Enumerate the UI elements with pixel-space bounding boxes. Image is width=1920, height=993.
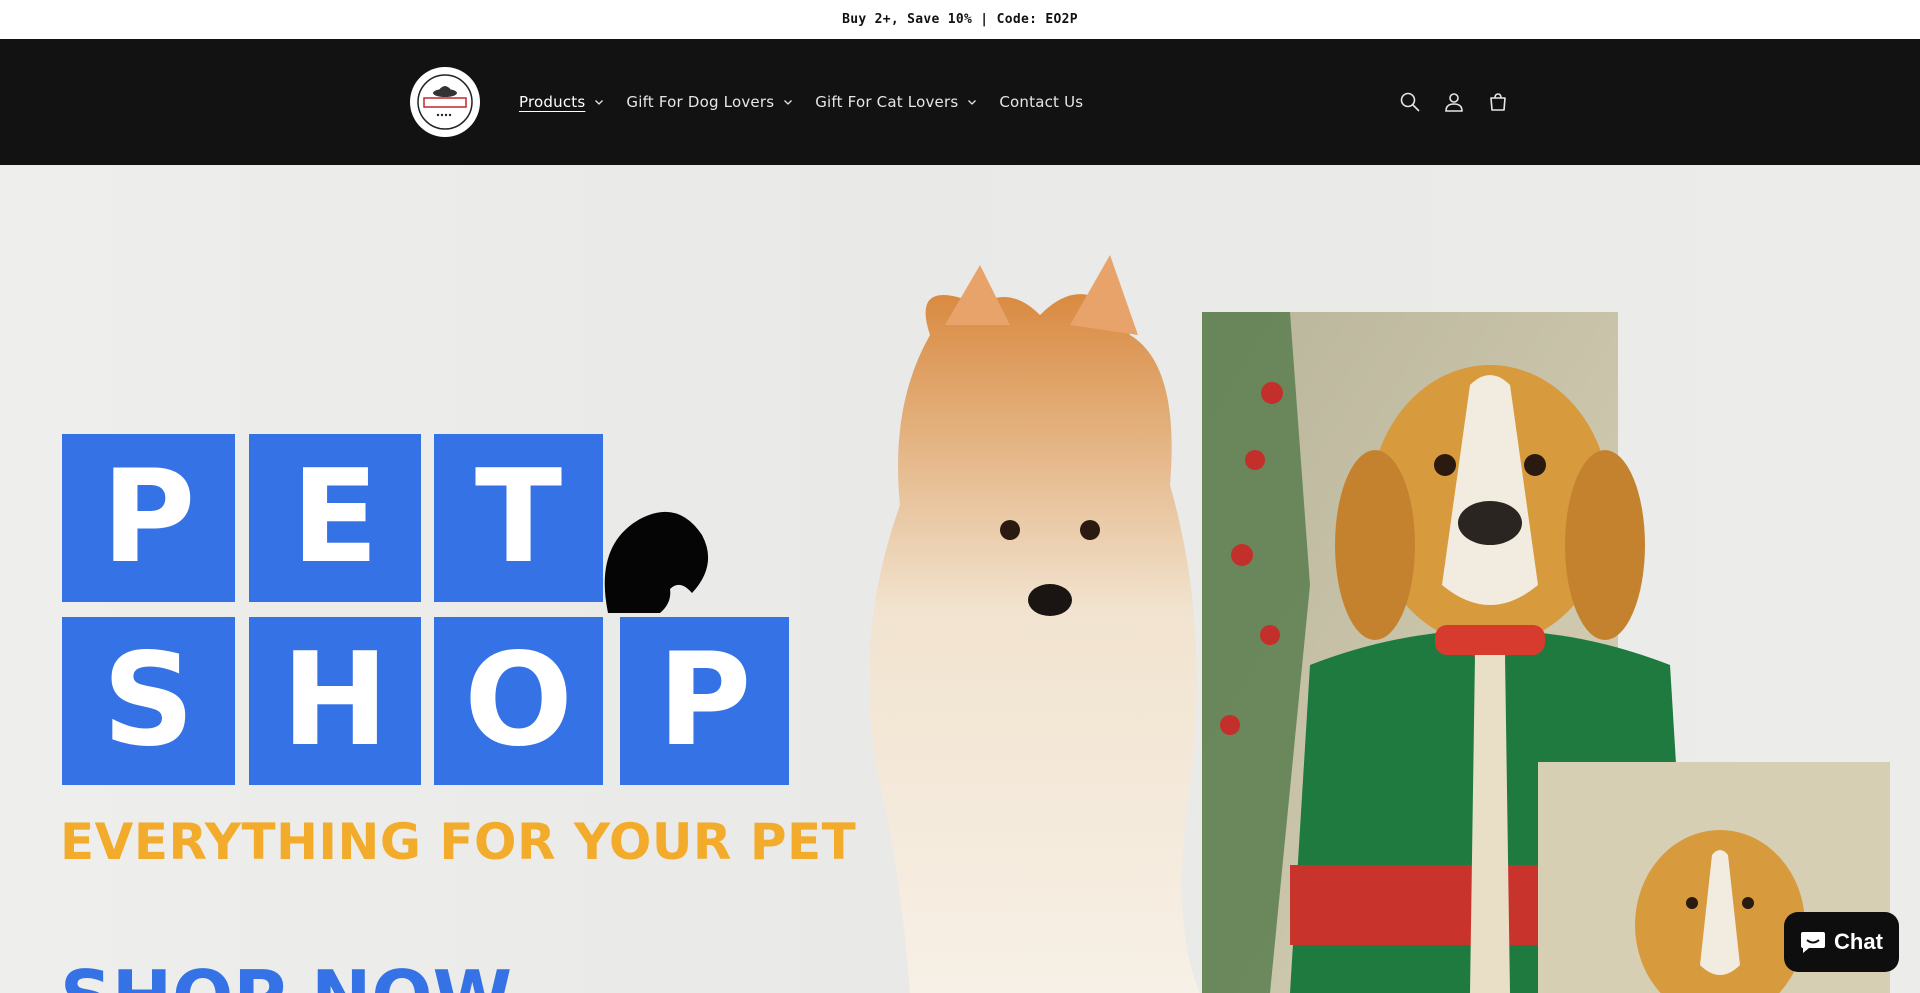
logo-badge-icon — [417, 74, 473, 130]
shop-now-cta[interactable]: SHOP NOW — [60, 955, 512, 993]
nav-label: Gift For Cat Lovers — [815, 93, 959, 111]
nav-label: Contact Us — [999, 93, 1084, 111]
hero-tile-e: E — [249, 434, 421, 602]
hero-tile-p2: P — [620, 617, 789, 785]
chat-label: Chat — [1834, 929, 1883, 954]
hero-tile-s: S — [62, 617, 235, 785]
main-nav: Products Gift For Dog Lovers Gift For Ca… — [519, 39, 1105, 165]
chat-button[interactable]: Chat — [1784, 912, 1899, 972]
hero-tile-p: P — [62, 434, 235, 602]
hero-banner[interactable]: P E T S H O P EVERYTHING FOR YOUR PET SH… — [0, 165, 1920, 993]
chevron-down-icon — [594, 97, 604, 107]
chat-bubble-icon — [1801, 932, 1826, 953]
nav-label: Gift For Dog Lovers — [626, 93, 775, 111]
hero-tagline: EVERYTHING FOR YOUR PET — [60, 813, 857, 871]
nav-gift-for-dog-lovers[interactable]: Gift For Dog Lovers — [626, 93, 793, 111]
nav-label: Products — [519, 93, 586, 111]
hero-pet-image — [870, 255, 1890, 993]
site-header: Products Gift For Dog Lovers Gift For Ca… — [0, 39, 1920, 165]
site-logo[interactable] — [410, 67, 480, 137]
chevron-down-icon — [783, 97, 793, 107]
pet-silhouette-icon — [604, 511, 709, 613]
hero-tile-o: O — [434, 617, 603, 785]
nav-products[interactable]: Products — [519, 93, 604, 111]
header-icons — [1388, 39, 1520, 165]
nav-contact-us[interactable]: Contact Us — [999, 93, 1083, 111]
hero-tile-h: H — [249, 617, 421, 785]
search-icon[interactable] — [1388, 80, 1432, 124]
announcement-text: Buy 2+, Save 10% | Code: EO2P — [842, 12, 1078, 27]
chevron-down-icon — [967, 97, 977, 107]
announcement-bar: Buy 2+, Save 10% | Code: EO2P — [0, 0, 1920, 39]
cart-icon[interactable] — [1476, 80, 1520, 124]
hero-tile-t: T — [434, 434, 603, 602]
account-icon[interactable] — [1432, 80, 1476, 124]
nav-gift-for-cat-lovers[interactable]: Gift For Cat Lovers — [815, 93, 977, 111]
